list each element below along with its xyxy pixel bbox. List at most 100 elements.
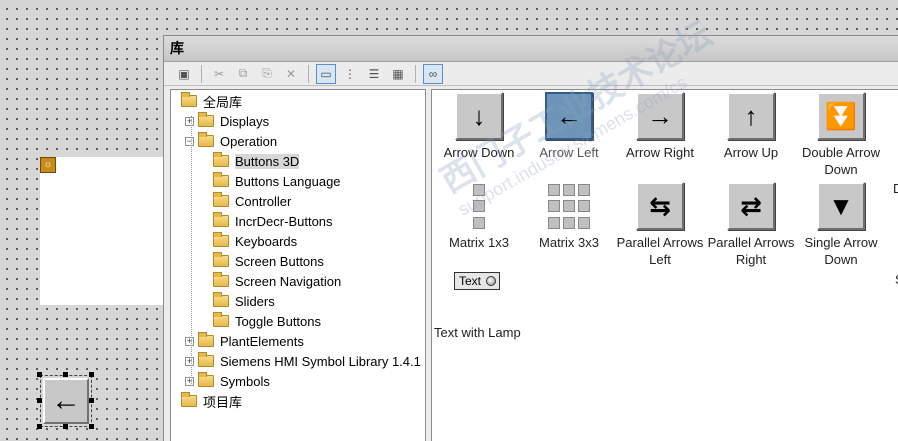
folder-icon xyxy=(213,172,229,187)
partial-item-label: D xyxy=(893,181,898,196)
view-large-icons-button[interactable]: ▭ xyxy=(316,63,336,84)
tree-item[interactable]: + Symbols xyxy=(185,371,270,391)
library-item-preview: ← xyxy=(545,92,593,140)
library-content[interactable]: D S ↓Arrow Down←Arrow Left→Arrow Right↑A… xyxy=(431,89,898,441)
library-item-label: Text with Lamp xyxy=(434,325,521,340)
view-small-icons-button[interactable]: ⋮ xyxy=(340,64,360,84)
tree-item[interactable]: Keyboards xyxy=(213,231,297,251)
library-item[interactable]: ⏬ Double Arrow Down xyxy=(796,92,886,178)
tree-item-label: 全局库 xyxy=(203,94,243,110)
show-preview-button[interactable]: ∞ xyxy=(423,63,443,84)
toolbar-separator xyxy=(415,64,416,83)
tree-item[interactable]: Controller xyxy=(213,191,291,211)
expand-icon[interactable]: + xyxy=(185,356,194,366)
library-item[interactable]: ↑ Arrow Up xyxy=(706,92,796,161)
library-item-label: Parallel Arrows Right xyxy=(707,235,795,267)
library-item[interactable]: Matrix 3x3 xyxy=(524,182,614,251)
canvas-arrow-left-button[interactable]: ← xyxy=(40,375,92,427)
tree-item-label: IncrDecr-Buttons xyxy=(235,213,333,229)
resize-handle[interactable] xyxy=(37,372,42,377)
tree-item[interactable]: Screen Navigation xyxy=(213,271,341,291)
library-item-label: Matrix 3x3 xyxy=(539,235,599,250)
expand-icon[interactable]: + xyxy=(185,376,194,386)
tree-item[interactable]: + PlantElements xyxy=(185,331,304,351)
resize-handle[interactable] xyxy=(63,424,68,429)
symbol-icon[interactable]: ☼ xyxy=(40,157,56,173)
folder-icon xyxy=(181,392,197,407)
resize-handle[interactable] xyxy=(89,372,94,377)
resize-handle[interactable] xyxy=(37,398,42,403)
resize-handle[interactable] xyxy=(89,398,94,403)
library-window: 库 ▣ ✂ ⧉ ⎘ ✕ ▭ ⋮ ☰ ▦ ∞ 全局库 + Displays − Operation Butto… xyxy=(163,35,898,441)
library-item[interactable]: Text Text with Lamp xyxy=(434,272,524,341)
library-item[interactable]: → Arrow Right xyxy=(615,92,705,161)
resize-handle[interactable] xyxy=(89,424,94,429)
expand-icon[interactable]: + xyxy=(185,116,194,126)
paste-button[interactable]: ⎘ xyxy=(257,64,277,84)
tree-item[interactable]: 全局库 xyxy=(181,91,242,111)
library-item-preview: ↓ xyxy=(455,92,503,140)
tree-item[interactable]: 项目库 xyxy=(181,391,242,411)
view-list-button[interactable]: ☰ xyxy=(364,64,384,84)
library-item-label: Double Arrow Down xyxy=(801,145,881,177)
library-item[interactable]: ▼ Single Arrow Down xyxy=(796,182,886,268)
tree-item-label: Screen Navigation xyxy=(235,273,342,289)
tree-item-label: Siemens HMI Symbol Library 1.4.1 xyxy=(220,353,421,369)
delete-button[interactable]: ✕ xyxy=(281,64,301,84)
matrix-cell xyxy=(548,200,560,213)
library-toolbar: ▣ ✂ ⧉ ⎘ ✕ ▭ ⋮ ☰ ▦ ∞ xyxy=(164,62,898,86)
library-item[interactable]: ← Arrow Left xyxy=(524,92,614,161)
library-item-preview: ⇆ xyxy=(636,182,684,230)
tree-connector xyxy=(191,116,192,386)
tree-item[interactable]: + Displays xyxy=(185,111,269,131)
tree-item[interactable]: Toggle Buttons xyxy=(213,311,321,331)
matrix-1x3-icon xyxy=(473,182,485,230)
folder-icon xyxy=(198,372,214,387)
canvas-white-panel[interactable] xyxy=(40,157,164,305)
matrix-cell xyxy=(563,200,575,213)
double-arrow-down-icon: ⏬ xyxy=(824,101,858,131)
library-item-label: Arrow Left xyxy=(539,145,599,160)
tree-item[interactable]: + Siemens HMI Symbol Library 1.4.1 xyxy=(185,351,421,371)
view-details-button[interactable]: ▦ xyxy=(388,64,408,84)
library-item[interactable]: Matrix 1x3 xyxy=(434,182,524,251)
folder-icon xyxy=(213,272,229,287)
library-title: 库 xyxy=(164,36,898,62)
library-item-preview: ⏬ xyxy=(817,92,865,140)
cut-button[interactable]: ✂ xyxy=(209,64,229,84)
tree-item-label: Symbols xyxy=(220,373,270,389)
library-item-preview: ↑ xyxy=(727,92,775,140)
new-folder-button[interactable]: ▣ xyxy=(174,64,194,84)
library-item[interactable]: ⇆ Parallel Arrows Left xyxy=(615,182,705,268)
tree-item-label: PlantElements xyxy=(220,333,304,349)
tree-item[interactable]: IncrDecr-Buttons xyxy=(213,211,333,231)
tree-item[interactable]: − Operation xyxy=(185,131,277,151)
resize-handle[interactable] xyxy=(37,424,42,429)
matrix-cell xyxy=(548,184,560,196)
tree-item-label: 项目库 xyxy=(203,394,243,410)
tree-item-label: Controller xyxy=(235,193,292,209)
collapse-icon[interactable]: − xyxy=(185,136,194,146)
library-item-label: Arrow Up xyxy=(723,145,779,160)
lamp-icon xyxy=(486,276,496,286)
copy-button[interactable]: ⧉ xyxy=(233,64,253,84)
folder-icon xyxy=(198,112,214,127)
tree-item[interactable]: Buttons Language xyxy=(213,171,341,191)
resize-handle[interactable] xyxy=(63,372,68,377)
folder-icon xyxy=(198,132,214,147)
library-item[interactable]: ⇄ Parallel Arrows Right xyxy=(706,182,796,268)
tree-item-label: Sliders xyxy=(235,293,275,309)
matrix-cell xyxy=(473,184,485,196)
folder-icon xyxy=(213,252,229,267)
library-item-preview: → xyxy=(636,92,684,140)
library-item-label: Matrix 1x3 xyxy=(449,235,509,250)
library-item-label: Single Arrow Down xyxy=(804,235,878,267)
tree-item[interactable]: Buttons 3D xyxy=(213,151,300,171)
folder-icon xyxy=(213,212,229,227)
library-tree[interactable]: 全局库 + Displays − Operation Buttons 3D Buttons … xyxy=(170,89,426,441)
tree-item[interactable]: Screen Buttons xyxy=(213,251,324,271)
library-item[interactable]: ↓ Arrow Down xyxy=(434,92,524,161)
tree-item[interactable]: Sliders xyxy=(213,291,275,311)
matrix-cell xyxy=(563,216,575,229)
expand-icon[interactable]: + xyxy=(185,336,194,346)
